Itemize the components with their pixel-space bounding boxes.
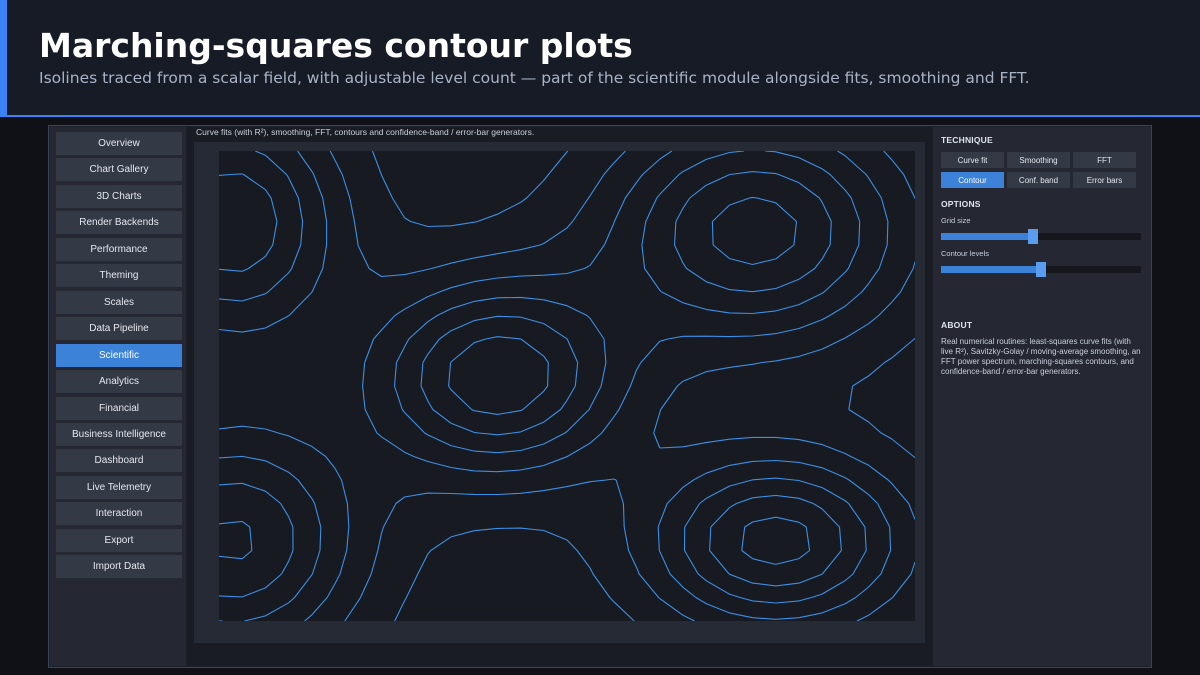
contour-levels-label: Contour levels bbox=[941, 249, 989, 258]
sidebar-item-interaction[interactable]: Interaction bbox=[56, 502, 182, 526]
contour-levels-slider[interactable] bbox=[941, 262, 1141, 277]
technique-curve-fit-button[interactable]: Curve fit bbox=[941, 152, 1004, 168]
sidebar-item-theming[interactable]: Theming bbox=[56, 264, 182, 288]
technique-error-bars-button[interactable]: Error bars bbox=[1073, 172, 1136, 188]
sidebar-item-data-pipeline[interactable]: Data Pipeline bbox=[56, 317, 182, 341]
sidebar-item-export[interactable]: Export bbox=[56, 528, 182, 552]
grid-size-slider-handle[interactable] bbox=[1028, 229, 1038, 244]
technique-fft-button[interactable]: FFT bbox=[1073, 152, 1136, 168]
about-heading: ABOUT bbox=[941, 320, 973, 330]
sidebar-item-financial[interactable]: Financial bbox=[56, 396, 182, 420]
sidebar-item-scientific[interactable]: Scientific bbox=[56, 343, 182, 367]
sidebar-nav: Overview Chart Gallery 3D Charts Render Bac… bbox=[50, 127, 186, 666]
options-heading: OPTIONS bbox=[941, 199, 981, 209]
sidebar-item-analytics[interactable]: Analytics bbox=[56, 370, 182, 394]
technique-smoothing-button[interactable]: Smoothing bbox=[1007, 152, 1070, 168]
technique-heading: TECHNIQUE bbox=[941, 135, 993, 145]
app-window: Overview Chart Gallery 3D Charts Render Bac… bbox=[48, 125, 1152, 668]
about-text: Real numerical routines: least-squares c… bbox=[941, 337, 1141, 376]
technique-conf-band-button[interactable]: Conf. band bbox=[1007, 172, 1070, 188]
plot-background bbox=[219, 151, 915, 621]
slide-header: Marching-squares contour plots Isolines … bbox=[0, 0, 1200, 117]
chart-area: Curve fits (with R²), smoothing, FFT, co… bbox=[187, 127, 932, 666]
grid-size-slider-fill bbox=[941, 233, 1033, 240]
contour-levels-slider-handle[interactable] bbox=[1036, 262, 1046, 277]
header-accent-bar bbox=[0, 0, 7, 115]
slide-title: Marching-squares contour plots bbox=[39, 26, 633, 65]
chart-caption: Curve fits (with R²), smoothing, FFT, co… bbox=[196, 127, 535, 137]
sidebar-item-overview[interactable]: Overview bbox=[56, 132, 182, 155]
grid-size-slider[interactable] bbox=[941, 229, 1141, 244]
contour-levels-slider-fill bbox=[941, 266, 1041, 273]
sidebar-item-dashboard[interactable]: Dashboard bbox=[56, 449, 182, 473]
chart-frame bbox=[194, 142, 925, 643]
sidebar-item-render-backends[interactable]: Render Backends bbox=[56, 211, 182, 235]
grid-size-label: Grid size bbox=[941, 216, 971, 225]
sidebar-item-3d-charts[interactable]: 3D Charts bbox=[56, 184, 182, 208]
sidebar-item-business-intelligence[interactable]: Business Intelligence bbox=[56, 422, 182, 446]
sidebar-item-performance[interactable]: Performance bbox=[56, 237, 182, 261]
slide-subtitle: Isolines traced from a scalar field, wit… bbox=[39, 69, 1030, 87]
sidebar-item-chart-gallery[interactable]: Chart Gallery bbox=[56, 158, 182, 182]
technique-contour-button[interactable]: Contour bbox=[941, 172, 1004, 188]
sidebar-item-live-telemetry[interactable]: Live Telemetry bbox=[56, 475, 182, 499]
contour-plot[interactable] bbox=[219, 151, 915, 621]
right-panel: TECHNIQUE OPTIONS Grid size Contour leve… bbox=[933, 127, 1151, 666]
sidebar-item-import-data[interactable]: Import Data bbox=[56, 555, 182, 579]
sidebar-item-scales[interactable]: Scales bbox=[56, 290, 182, 314]
